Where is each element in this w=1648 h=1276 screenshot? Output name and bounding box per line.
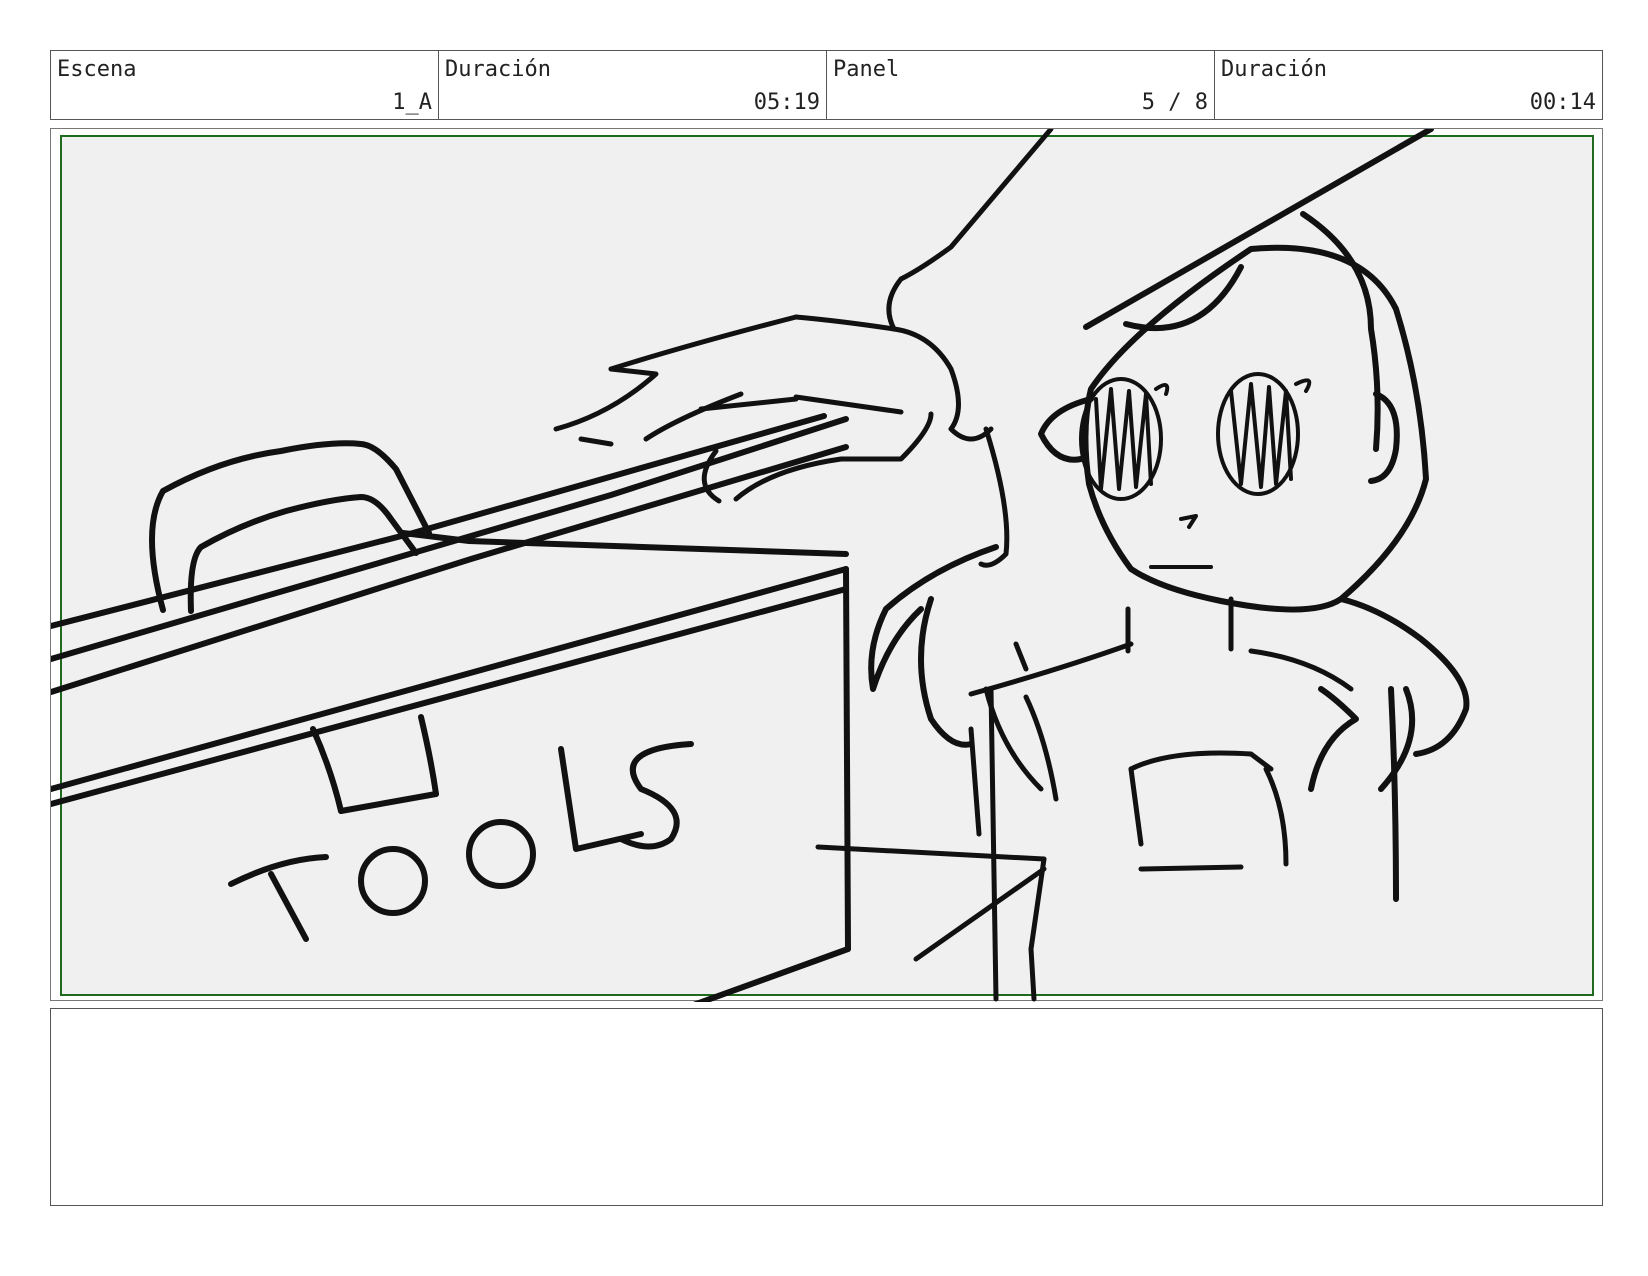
scene-value: 1_A [392, 90, 432, 115]
scene-label: Escena [57, 57, 137, 82]
panel-duration-label: Duración [1221, 57, 1327, 82]
panel-label: Panel [833, 57, 900, 82]
panel-duration-value: 00:14 [1529, 90, 1596, 115]
panel-value: 5 / 8 [1141, 90, 1208, 115]
storyboard-frame [50, 128, 1603, 1002]
storyboard-sketch [51, 129, 1594, 1002]
scene-duration-label: Duración [445, 57, 551, 82]
panel-duration-cell: Duración 00:14 [1215, 51, 1602, 119]
scene-duration-cell: Duración 05:19 [439, 51, 827, 119]
notes-area[interactable] [50, 1008, 1603, 1206]
panel-header: Escena 1_A Duración 05:19 Panel 5 / 8 Du… [50, 50, 1603, 120]
scene-cell: Escena 1_A [51, 51, 439, 119]
panel-cell: Panel 5 / 8 [827, 51, 1215, 119]
scene-duration-value: 05:19 [753, 90, 820, 115]
